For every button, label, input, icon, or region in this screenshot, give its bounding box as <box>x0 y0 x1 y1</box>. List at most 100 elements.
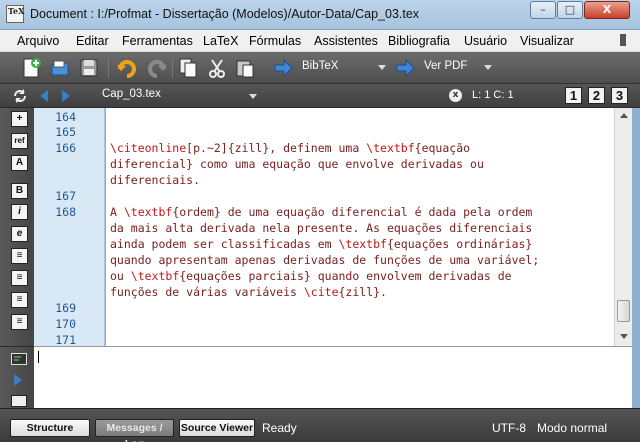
source-viewer-button[interactable]: Source Viewer <box>179 419 255 437</box>
close-document-icon[interactable]: x <box>449 89 462 102</box>
latex-text: funções de várias variáveis <box>110 285 304 299</box>
structure-button[interactable]: Structure <box>10 419 90 437</box>
latex-text: {zill}. <box>338 285 387 299</box>
menu-bar: Arquivo Editar Ferramentas LaTeX Fórmula… <box>0 30 640 52</box>
code-line[interactable]: quando apresentam apenas derivadas de fu… <box>110 253 539 267</box>
italic-button[interactable]: i <box>11 204 28 220</box>
copy-icon[interactable] <box>177 57 199 79</box>
align-center-button[interactable]: ≡ <box>11 270 28 286</box>
ref-button[interactable]: ref <box>11 133 28 149</box>
chevron-down-icon[interactable] <box>249 94 257 99</box>
font-size-button[interactable]: A <box>11 155 28 171</box>
window-title: Document : I:/Profmat - Dissertação (Mod… <box>30 7 420 21</box>
title-bar: TeX Document : I:/Profmat - Dissertação … <box>0 0 640 30</box>
code-line[interactable]: ainda podem ser classificadas em \textbf… <box>110 237 532 251</box>
log-icon[interactable] <box>11 395 27 407</box>
toolbar-separator <box>108 58 109 78</box>
code-editor[interactable]: \citeonline[p.~2]{zill}, definem uma \te… <box>106 108 614 346</box>
status-text: Ready <box>262 421 297 435</box>
code-line[interactable]: ou \textbf{equações parciais} quando env… <box>110 269 512 283</box>
scroll-thumb[interactable] <box>617 300 630 322</box>
line-number: 170 <box>55 317 76 331</box>
quick-build-select[interactable]: BibTeX <box>302 60 338 72</box>
menu-latex[interactable]: LaTeX <box>203 34 238 48</box>
latex-command: \citeonline <box>110 141 187 155</box>
menu-assistentes[interactable]: Assistentes <box>314 34 378 48</box>
tab-cap-03[interactable]: Cap_03.tex <box>102 88 161 100</box>
menu-formulas[interactable]: Fórmulas <box>249 34 301 48</box>
emphasis-button[interactable]: e <box>11 226 28 242</box>
code-line[interactable]: \citeonline[p.~2]{zill}, definem uma \te… <box>110 141 470 155</box>
refresh-icon[interactable] <box>12 88 28 104</box>
window-frame <box>632 108 640 408</box>
console-icon[interactable] <box>11 353 27 365</box>
code-line[interactable]: funções de várias variáveis \cite{zill}. <box>110 285 387 299</box>
latex-text: [p.~2]{zill}, definem uma <box>186 141 367 155</box>
line-number: 166 <box>55 141 76 155</box>
status-bar: Structure Messages / Log Source Viewer R… <box>0 408 640 442</box>
view-target-select[interactable]: Ver PDF <box>424 60 467 72</box>
add-item-button[interactable]: + <box>11 111 28 127</box>
view-arrow-icon[interactable] <box>394 57 416 79</box>
justify-button[interactable]: ≡ <box>11 314 28 330</box>
latex-text: quando apresentam apenas derivadas de fu… <box>110 253 540 267</box>
save-icon[interactable] <box>78 57 100 79</box>
view-button-2[interactable]: 2 <box>588 87 605 104</box>
previous-document-icon[interactable] <box>40 90 48 102</box>
close-button[interactable]: X <box>584 1 630 19</box>
line-number: 169 <box>55 301 76 315</box>
align-right-button[interactable]: ≡ <box>11 292 28 308</box>
scroll-up-icon[interactable] <box>620 113 628 118</box>
text-caret <box>38 351 39 363</box>
line-number: 165 <box>55 125 76 139</box>
view-button-1[interactable]: 1 <box>565 87 582 104</box>
new-file-icon[interactable] <box>20 57 42 79</box>
encoding-label[interactable]: UTF-8 <box>492 421 526 435</box>
messages-log-button[interactable]: Messages / Log <box>95 419 174 442</box>
code-line[interactable]: diferencial} como uma equação que envolv… <box>110 157 484 171</box>
minimize-button[interactable]: – <box>530 1 556 19</box>
maximize-button[interactable]: □ <box>557 1 583 19</box>
undo-icon[interactable] <box>116 57 138 79</box>
chevron-down-icon[interactable] <box>378 65 386 70</box>
latex-text: {ordem} de uma equação diferencial é dad… <box>172 205 533 219</box>
cut-icon[interactable] <box>206 57 228 79</box>
latex-text: {equações ordinárias} <box>386 237 533 251</box>
code-line[interactable]: A \textbf{ordem} de uma equação diferenc… <box>110 205 532 219</box>
latex-text: ou <box>110 269 131 283</box>
next-document-icon[interactable] <box>62 90 70 102</box>
code-line[interactable]: da mais alta derivada nela presente. As … <box>110 221 532 235</box>
latex-command: \textbf <box>130 269 180 283</box>
menu-visualizar[interactable]: Visualizar <box>520 34 574 48</box>
menu-bibliografia[interactable]: Bibliografia <box>388 34 450 48</box>
texmaker-logo-icon: TeX <box>6 5 24 23</box>
menu-usuario[interactable]: Usuário <box>464 34 507 48</box>
line-number: 167 <box>55 189 76 203</box>
messages-side-strip <box>0 346 34 408</box>
bold-button[interactable]: B <box>11 183 28 199</box>
menu-arquivo[interactable]: Arquivo <box>17 34 59 48</box>
messages-panel[interactable] <box>34 346 632 408</box>
menu-overflow-icon[interactable] <box>620 34 628 48</box>
document-tab-bar: Cap_03.tex x L: 1 C: 1 1 2 3 <box>0 84 640 108</box>
run-arrow-icon[interactable] <box>272 57 294 79</box>
view-button-3[interactable]: 3 <box>611 87 628 104</box>
redo-icon[interactable] <box>146 57 168 79</box>
left-tool-strip: + ref A B i e ≡ ≡ ≡ ≡ <box>0 108 34 348</box>
line-number: 171 <box>55 333 76 347</box>
align-left-button[interactable]: ≡ <box>11 248 28 264</box>
latex-text: {equação <box>414 141 471 155</box>
open-file-icon[interactable] <box>49 57 71 79</box>
paste-icon[interactable] <box>234 57 256 79</box>
mode-label[interactable]: Modo normal <box>537 421 607 435</box>
scroll-down-icon[interactable] <box>620 334 628 339</box>
latex-command: \textbf <box>338 237 387 251</box>
latex-text: da mais alta derivada nela presente. As … <box>110 221 533 235</box>
run-next-icon[interactable] <box>14 374 22 386</box>
menu-ferramentas[interactable]: Ferramentas <box>122 34 193 48</box>
menu-editar[interactable]: Editar <box>76 34 109 48</box>
code-line[interactable]: diferenciais. <box>110 173 200 187</box>
chevron-down-icon[interactable] <box>484 65 492 70</box>
latex-text: diferencial} como uma equação que envolv… <box>110 157 484 171</box>
editor-scrollbar[interactable] <box>614 108 632 346</box>
